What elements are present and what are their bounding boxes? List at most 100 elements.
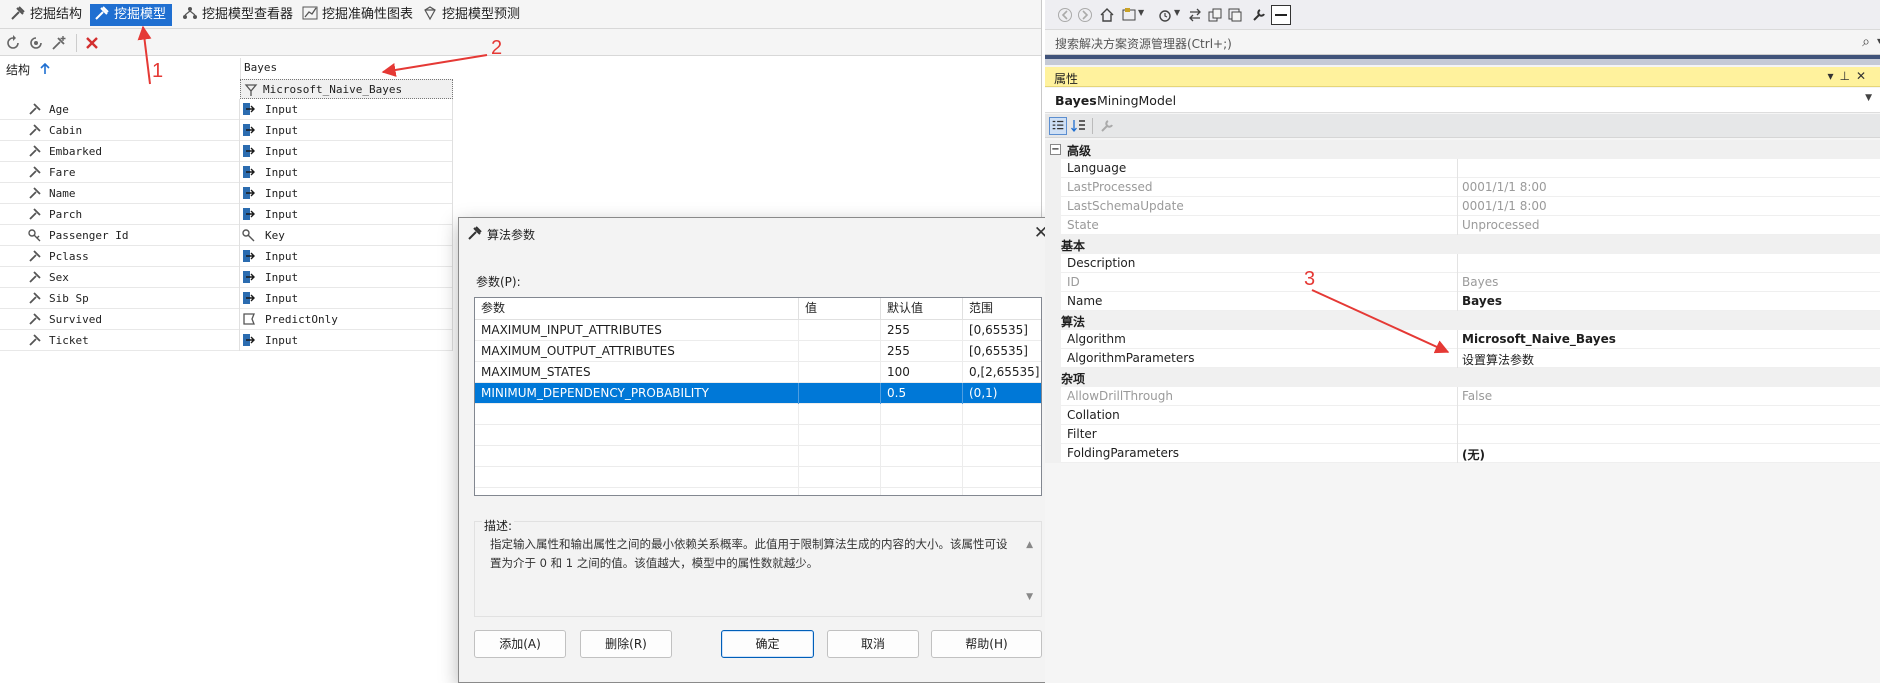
property-category[interactable]: 基本 [1045,235,1880,254]
param-row[interactable]: MAXIMUM_OUTPUT_ATTRIBUTES 255 [0,65535] [475,341,1041,362]
params-table[interactable]: 参数 值 默认值 范围 MAXIMUM_INPUT_ATTRIBUTES 255[… [474,297,1042,496]
add-button[interactable]: 添加(A) [474,630,566,658]
chevron-down-icon[interactable]: ▼ [1174,8,1180,17]
property-row[interactable]: State Unprocessed [1045,216,1880,235]
sync-icon[interactable] [1187,7,1203,23]
usage-cell[interactable]: Input [240,246,453,267]
wrench-icon[interactable] [1251,7,1267,23]
property-value[interactable]: Unprocessed [1462,218,1540,232]
property-row[interactable]: Language [1045,159,1880,178]
table-row[interactable]: Sib Sp Input [0,288,453,309]
usage-cell[interactable]: Input [240,162,453,183]
cancel-button[interactable]: 取消 [827,630,919,658]
table-row[interactable]: Pclass Input [0,246,453,267]
property-row[interactable]: AlgorithmParameters 设置算法参数 [1045,349,1880,368]
tab-model-viewer[interactable]: 挖掘模型查看器 [178,4,299,26]
property-value[interactable]: Bayes [1462,275,1498,289]
properties-object-selector[interactable]: Bayes MiningModel ▼ [1045,88,1880,113]
property-category[interactable]: − 高级 [1045,140,1880,159]
properties-title-bar[interactable]: 属性 ▾⊥✕ [1045,67,1880,87]
categorized-icon[interactable] [1049,117,1067,135]
structure-cell[interactable]: Survived [0,309,240,330]
structure-cell[interactable]: Passenger Id [0,225,240,246]
column-header-default[interactable]: 默认值 [881,298,963,320]
usage-cell[interactable]: Input [240,141,453,162]
property-pages-icon[interactable] [1098,117,1116,135]
param-row[interactable]: MAXIMUM_STATES 100 0,[2,65535] [475,362,1041,383]
structure-cell[interactable]: Sex [0,267,240,288]
chevron-down-icon[interactable]: ▼ [1138,8,1144,17]
param-row[interactable]: MINIMUM_DEPENDENCY_PROBABILITY 0.5 (0,1) [475,383,1041,404]
help-button[interactable]: 帮助(H) [931,630,1042,658]
delete-icon[interactable] [83,34,101,52]
model-name-header[interactable]: Bayes [244,61,277,74]
property-row[interactable]: Filter [1045,425,1880,444]
table-row[interactable]: Embarked Input [0,141,453,162]
tab-mining-model[interactable]: 挖掘模型 [90,4,173,26]
structure-cell[interactable]: Ticket [0,330,240,351]
search-input[interactable]: 搜索解决方案资源管理器(Ctrl+;) [1055,35,1232,52]
tab-prediction[interactable]: 挖掘模型预测 [418,4,526,26]
pin-icon[interactable]: ⊥ [1839,69,1855,83]
dialog-title-bar[interactable]: 算法参数 ✕ [459,218,1058,248]
chevron-down-icon[interactable]: ▾ [1827,69,1839,83]
table-row[interactable]: Passenger Id Key [0,225,453,246]
scroll-down-icon[interactable]: ▼ [1026,592,1033,602]
property-value[interactable]: (无) [1462,446,1485,463]
structure-cell[interactable]: Fare [0,162,240,183]
property-category[interactable]: 杂项 [1045,368,1880,387]
table-row[interactable]: Survived PredictOnly [0,309,453,330]
property-value[interactable]: 0001/1/1 8:00 [1462,180,1547,194]
usage-cell[interactable]: Input [240,183,453,204]
switch-views-icon[interactable] [1121,7,1137,23]
usage-cell[interactable]: Key [240,225,453,246]
usage-cell[interactable]: Input [240,120,453,141]
forward-icon[interactable] [1077,7,1093,23]
property-category[interactable]: 算法 [1045,311,1880,330]
usage-cell[interactable]: Input [240,267,453,288]
property-row[interactable]: Name Bayes [1045,292,1880,311]
structure-cell[interactable]: Name [0,183,240,204]
usage-cell[interactable]: Input [240,330,453,351]
property-row[interactable]: Algorithm Microsoft_Naive_Bayes [1045,330,1880,349]
param-cell-value[interactable] [799,362,881,383]
usage-cell[interactable]: Input [240,288,453,309]
property-row[interactable]: AllowDrillThrough False [1045,387,1880,406]
add-model-icon[interactable] [50,34,68,52]
property-row[interactable]: FoldingParameters (无) [1045,444,1880,463]
usage-cell[interactable]: Input [240,204,453,225]
property-value[interactable]: Bayes [1462,294,1502,308]
table-row[interactable]: Ticket Input [0,330,453,351]
model-algorithm-row[interactable]: Microsoft_Naive_Bayes [240,79,453,99]
column-header-param[interactable]: 参数 [475,298,799,320]
param-row[interactable]: MAXIMUM_INPUT_ATTRIBUTES 255 [0,65535] [475,320,1041,341]
structure-cell[interactable]: Embarked [0,141,240,162]
table-row[interactable]: Sex Input [0,267,453,288]
property-row[interactable]: Collation [1045,406,1880,425]
back-icon[interactable] [1057,7,1073,23]
delete-button[interactable]: 删除(R) [580,630,672,658]
tab-accuracy-chart[interactable]: 挖掘准确性图表 [298,4,419,26]
param-cell-value[interactable] [799,320,881,341]
structure-column-header[interactable]: 结构 [6,61,30,78]
table-row[interactable]: Name Input [0,183,453,204]
param-cell-value[interactable] [799,341,881,362]
structure-cell[interactable]: Cabin [0,120,240,141]
property-row[interactable]: LastProcessed 0001/1/1 8:00 [1045,178,1880,197]
usage-cell[interactable]: PredictOnly [240,309,453,330]
table-row[interactable]: Parch Input [0,204,453,225]
copy-icon[interactable] [1207,7,1223,23]
property-row[interactable]: ID Bayes [1045,273,1880,292]
pending-changes-icon[interactable] [1157,7,1173,23]
tab-mining-structure[interactable]: 挖掘结构 [6,4,88,26]
process-icon[interactable] [27,34,45,52]
structure-cell[interactable]: Pclass [0,246,240,267]
home-icon[interactable] [1099,7,1115,23]
table-row[interactable]: Age Input [0,99,453,120]
preview-toggle[interactable] [1271,5,1291,25]
structure-cell[interactable]: Sib Sp [0,288,240,309]
refresh-icon[interactable] [4,34,22,52]
property-value[interactable]: 设置算法参数 [1462,351,1534,368]
structure-cell[interactable]: Age [0,99,240,120]
close-icon[interactable]: ✕ [1856,69,1872,83]
